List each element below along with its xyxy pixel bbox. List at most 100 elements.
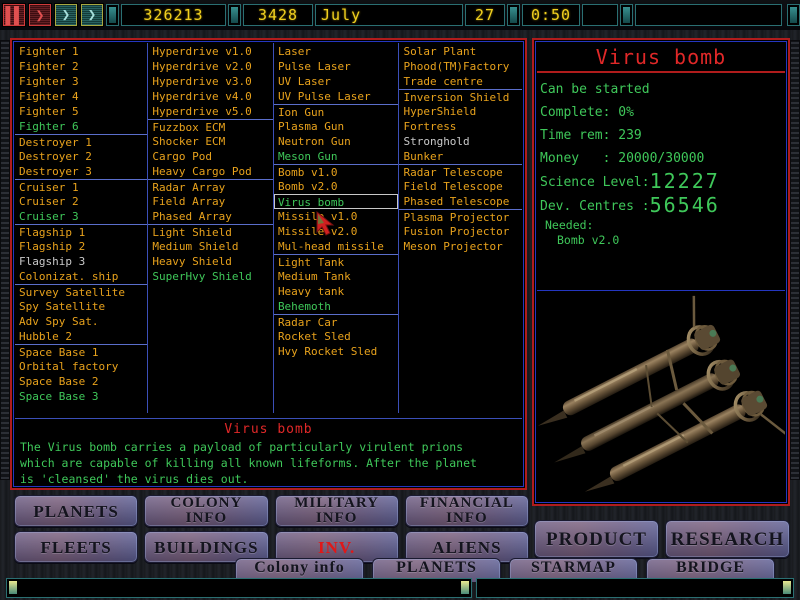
colony-info-button[interactable]: COLONY INFO — [144, 495, 269, 527]
inventory-item[interactable]: Pulse Laser — [274, 59, 399, 74]
inventory-item[interactable]: Phased Telescope — [399, 194, 522, 209]
inventory-item[interactable]: Fighter 4 — [15, 89, 147, 104]
inventory-item[interactable]: Bomb v1.0 — [273, 164, 399, 179]
inventory-item[interactable]: Phased Array — [148, 209, 273, 224]
inventory-item[interactable]: Solar Plant — [399, 44, 522, 59]
inventory-item[interactable]: Hyperdrive v4.0 — [148, 89, 273, 104]
inventory-item[interactable]: Hubble 2 — [15, 329, 147, 344]
inventory-item[interactable]: Radar Array — [148, 179, 273, 194]
inventory-item[interactable]: Heavy Cargo Pod — [148, 164, 273, 179]
buildings-column[interactable]: Solar Plant Phood(TM)Factory Trade centre I… — [398, 43, 522, 413]
fleets-button[interactable]: FLEETS — [14, 531, 139, 563]
inventory-item[interactable]: Flagship 2 — [15, 239, 147, 254]
inventory-item[interactable]: Colonizat. ship — [15, 269, 147, 284]
build-status: Can be started — [540, 82, 650, 97]
inventory-item[interactable]: Fighter 6 — [15, 119, 147, 134]
inventory-item[interactable]: Flagship 1 — [15, 224, 148, 239]
inventory-item[interactable]: Inversion Shield — [399, 89, 522, 104]
inventory-item[interactable]: Space Base 1 — [15, 344, 148, 359]
inventory-item[interactable]: Laser — [274, 44, 399, 59]
inventory-item[interactable]: Plasma Projector — [399, 209, 522, 224]
inventory-item[interactable]: Ion Gun — [273, 104, 399, 119]
inventory-item[interactable]: Cruiser 2 — [15, 194, 147, 209]
inventory-item[interactable]: Space Base 2 — [15, 374, 147, 389]
product-button[interactable]: PRODUCT — [534, 520, 659, 558]
inventory-item[interactable]: Flagship 3 — [15, 254, 147, 269]
military-info-button[interactable]: MILITARY INFO — [274, 495, 399, 527]
inventory-item[interactable]: Hyperdrive v1.0 — [148, 44, 273, 59]
inventory-item[interactable]: Survey Satellite — [15, 284, 148, 299]
inventory-item[interactable]: Plasma Gun — [274, 119, 399, 134]
very-fast-forward-button[interactable]: ❯ — [80, 3, 104, 27]
inventory-item[interactable]: Hvy Rocket Sled — [274, 344, 399, 359]
inventory-item[interactable]: Fighter 3 — [15, 74, 147, 89]
inventory-item[interactable]: Hyperdrive v5.0 — [148, 104, 273, 119]
planets-button[interactable]: PLANETS — [14, 495, 139, 527]
inventory-item[interactable]: Fighter 1 — [15, 44, 147, 59]
inventory-item[interactable]: Hyperdrive v2.0 — [148, 59, 273, 74]
dev-centres-stat: Dev. Centres :56546 — [540, 194, 784, 218]
inventory-item[interactable]: Cargo Pod — [148, 149, 273, 164]
inventory-item[interactable]: Field Array — [148, 194, 273, 209]
pause-button[interactable]: ▌▌ — [2, 3, 26, 27]
inventory-item[interactable]: Cruiser 3 — [15, 209, 147, 224]
inventory-item[interactable]: Cruiser 1 — [15, 179, 148, 194]
inventory-item[interactable]: Trade centre — [399, 74, 522, 89]
month-readout: July — [315, 4, 463, 26]
inventory-item[interactable]: UV Pulse Laser — [274, 89, 399, 104]
inventory-item[interactable]: Medium Shield — [148, 239, 273, 254]
inventory-item[interactable]: Hyperdrive v3.0 — [148, 74, 273, 89]
inventory-item[interactable]: Phood(TM)Factory — [399, 59, 522, 74]
inventory-item[interactable]: Shocker ECM — [148, 134, 273, 149]
ships-column[interactable]: Fighter 1 Fighter 2 Fighter 3 Fighter 4 Figh… — [15, 43, 148, 413]
inventory-item[interactable]: UV Laser — [274, 74, 399, 89]
inventory-item[interactable]: Space Base 3 — [15, 389, 147, 404]
inventory-item[interactable]: Meson Projector — [399, 239, 522, 254]
inventory-item[interactable]: Adv Spy Sat. — [15, 314, 147, 329]
strip-lamp-icon — [9, 581, 17, 594]
inventory-item[interactable]: Neutron Gun — [274, 134, 399, 149]
inventory-item[interactable]: Light Shield — [148, 224, 273, 239]
inventory-item[interactable]: Spy Satellite — [15, 299, 147, 314]
inventory-item[interactable]: Fuzzbox ECM — [148, 119, 273, 134]
research-button[interactable]: RESEARCH — [665, 520, 790, 558]
top-status-bar: ▌▌ ❯ ❯ ❯ 326213 3428 July 27 0:50 — [0, 0, 800, 30]
inventory-item[interactable]: Behemoth — [274, 299, 399, 314]
inventory-columns: Fighter 1 Fighter 2 Fighter 3 Fighter 4 Figh… — [15, 43, 522, 413]
inventory-item[interactable]: Mul-head missile — [274, 239, 399, 254]
status-strip-left — [6, 578, 472, 598]
inventory-item[interactable]: Destroyer 2 — [15, 149, 147, 164]
inventory-item[interactable]: Light Tank — [273, 254, 399, 269]
inventory-item[interactable]: Radar Car — [273, 314, 399, 329]
inventory-item[interactable]: Stronghold — [399, 134, 522, 149]
inventory-item[interactable]: Medium Tank — [274, 269, 399, 284]
inventory-item[interactable]: Field Telescope — [399, 179, 522, 194]
components-column[interactable]: Hyperdrive v1.0 Hyperdrive v2.0 Hyperdrive… — [147, 43, 273, 413]
inventory-item[interactable]: HyperShield — [399, 104, 522, 119]
complete-stat: Complete: 0% — [540, 101, 784, 124]
inventory-item[interactable]: Fusion Projector — [399, 224, 522, 239]
inventory-item[interactable]: Heavy Shield — [148, 254, 273, 269]
inventory-item[interactable]: Orbital factory — [15, 359, 147, 374]
inventory-item[interactable]: Meson Gun — [274, 149, 399, 164]
complete-label: Complete: — [540, 105, 619, 120]
fast-forward-button[interactable]: ❯ — [54, 3, 78, 27]
inventory-item[interactable]: Fighter 2 — [15, 59, 147, 74]
inventory-item[interactable]: Virus bomb — [273, 194, 399, 209]
inventory-item[interactable]: Rocket Sled — [274, 329, 399, 344]
inventory-item[interactable]: Fighter 5 — [15, 104, 147, 119]
inventory-item[interactable]: Heavy tank — [274, 284, 399, 299]
inventory-item[interactable]: Destroyer 1 — [15, 134, 148, 149]
financial-info-button[interactable]: FINANCIAL INFO — [404, 495, 529, 527]
needed-item: Bomb v2.0 — [557, 233, 620, 247]
inventory-item[interactable]: Radar Telescope — [399, 164, 522, 179]
inventory-item[interactable]: Bunker — [399, 149, 522, 164]
inventory-item[interactable]: SuperHvy Shield — [148, 269, 273, 284]
inventory-item[interactable]: Destroyer 3 — [15, 164, 147, 179]
dev-label: Dev. Centres : — [540, 199, 650, 214]
status-strip-right — [476, 578, 794, 598]
inventory-item[interactable]: Fortress — [399, 119, 522, 134]
science-label: Science Level: — [540, 175, 650, 190]
inventory-item[interactable]: Bomb v2.0 — [274, 179, 399, 194]
play-button[interactable]: ❯ — [28, 3, 52, 27]
